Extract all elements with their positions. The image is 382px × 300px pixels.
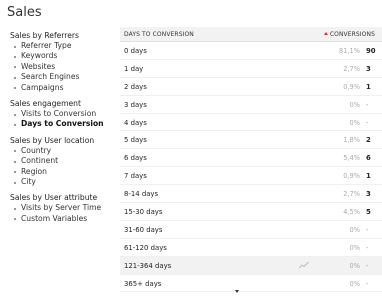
sidebar-item-region[interactable]: Region xyxy=(10,167,118,177)
sidebar-item-list: Referrer Type Keywords Websites Search Engi… xyxy=(10,41,118,93)
table-row[interactable]: 7 days 0,9% 1 xyxy=(120,167,382,186)
sidebar-item-list: Visits to Conversion Days to Conversion xyxy=(10,109,118,130)
row-label: 7 days xyxy=(124,172,147,181)
row-percentage: 2,7% xyxy=(343,64,360,73)
row-label: 0 days xyxy=(124,47,147,55)
table-row[interactable]: 365+ days 0% - xyxy=(120,275,382,293)
table-row[interactable]: 31-60 days 0% - xyxy=(120,221,382,239)
sidebar-group: Sales engagement Visits to Conversion Days… xyxy=(10,98,118,130)
table-row[interactable]: 61-120 days 0% - xyxy=(120,239,382,257)
sidebar-item-visits-by-server-time[interactable]: Visits by Server Time xyxy=(10,203,118,213)
table-header: DAYS TO CONVERSION CONVERSIONS xyxy=(120,27,382,42)
sidebar-item-custom-variables[interactable]: Custom Variables xyxy=(10,214,118,224)
table-row[interactable]: 0 days 81,1% 90 xyxy=(120,42,382,60)
row-label: 15-30 days xyxy=(124,208,163,217)
sidebar-item-list: Country Continent Region City xyxy=(10,146,118,188)
table-row[interactable]: 5 days 1,8% 2 xyxy=(120,131,382,150)
row-conversions: 90 xyxy=(366,47,376,55)
sidebar-group-title: Sales by Referrers xyxy=(10,31,79,40)
row-conversions: - xyxy=(366,225,369,234)
row-percentage: 4,5% xyxy=(343,208,360,217)
row-conversions: 5 xyxy=(366,208,371,217)
table-row[interactable]: 15-30 days 4,5% 5 xyxy=(120,203,382,221)
table-row[interactable]: 1 day 2,7% 3 xyxy=(120,60,382,78)
sidebar-item-continent[interactable]: Continent xyxy=(10,156,118,166)
row-percentage: 5,4% xyxy=(343,154,360,163)
table-row[interactable]: 2 days 0,9% 1 xyxy=(120,78,382,96)
row-conversions: - xyxy=(366,261,369,270)
sidebar-item-country[interactable]: Country xyxy=(10,146,118,156)
row-label: 3 days xyxy=(124,100,147,109)
table-row[interactable]: 3 days 0% - xyxy=(120,96,382,114)
sidebar-item-keywords[interactable]: Keywords xyxy=(10,51,118,61)
row-evolution-icon[interactable] xyxy=(299,261,309,269)
sort-desc-icon xyxy=(323,32,328,35)
row-label: 5 days xyxy=(124,136,147,145)
sidebar-group: Sales by Referrers Referrer Type Keywords W… xyxy=(10,30,118,93)
sidebar-group-title: Sales engagement xyxy=(10,99,81,109)
row-percentage: 0% xyxy=(349,279,360,288)
row-conversions: 6 xyxy=(366,154,371,163)
row-percentage: 0% xyxy=(349,225,360,234)
row-percentage: 1,8% xyxy=(343,136,360,145)
sidebar-group-title: Sales by User location xyxy=(10,135,95,145)
page-title: Sales xyxy=(7,5,42,20)
row-label: 61-120 days xyxy=(124,243,167,252)
table-row[interactable]: 6 days 5,4% 6 xyxy=(120,149,382,168)
table-body: 0 days 81,1% 90 1 day 2,7% 3 2 days 0,9% 1 3 days… xyxy=(120,42,382,293)
row-percentage: 0% xyxy=(349,261,360,270)
table-row[interactable]: 8-14 days 2,7% 3 xyxy=(120,185,382,204)
sidebar-group: Sales by User location Country Continent Re… xyxy=(10,135,118,188)
sidebar-item-list: Visits by Server Time Custom Variables xyxy=(10,203,118,224)
row-conversions: 3 xyxy=(366,64,371,73)
sidebar-item-websites[interactable]: Websites xyxy=(10,62,118,72)
sidebar-item-visits-to-conversion[interactable]: Visits to Conversion xyxy=(10,109,118,119)
row-label: 4 days xyxy=(124,118,147,127)
row-conversions: - xyxy=(366,279,369,288)
row-conversions: - xyxy=(366,100,369,109)
days-to-conversion-table: DAYS TO CONVERSION CONVERSIONS 0 days 81,… xyxy=(120,27,382,293)
sidebar-group-title: Sales by User attribute xyxy=(10,193,98,203)
column-header-conversions[interactable]: CONVERSIONS xyxy=(323,31,375,38)
row-percentage: 2,7% xyxy=(343,190,360,199)
row-percentage: 0,9% xyxy=(343,82,360,91)
row-conversions: 3 xyxy=(366,190,371,199)
row-label: 2 days xyxy=(124,82,147,91)
row-conversions: - xyxy=(366,118,369,127)
sidebar-group: Sales by User attribute Visits by Server … xyxy=(10,192,118,224)
sidebar-item-days-to-conversion[interactable]: Days to Conversion xyxy=(10,119,118,129)
row-percentage: 0% xyxy=(349,100,360,109)
row-percentage: 81,1% xyxy=(339,47,360,55)
row-percentage: 0,9% xyxy=(343,172,360,181)
sidebar-item-search-engines[interactable]: Search Engines xyxy=(10,72,118,82)
row-label: 365+ days xyxy=(124,279,162,288)
row-label: 6 days xyxy=(124,154,147,163)
sidebar-item-campaigns[interactable]: Campaigns xyxy=(10,83,118,93)
row-label: 1 day xyxy=(124,64,144,73)
row-conversions: 1 xyxy=(366,82,371,91)
table-row[interactable]: 4 days 0% - xyxy=(120,114,382,132)
row-conversions: 2 xyxy=(366,136,371,145)
row-label: 8-14 days xyxy=(124,190,159,199)
sidebar-item-city[interactable]: City xyxy=(10,177,118,187)
table-row[interactable]: 121-364 days 0% - xyxy=(120,256,382,275)
row-label: 121-364 days xyxy=(124,261,172,270)
row-label: 31-60 days xyxy=(124,225,163,234)
row-percentage: 0% xyxy=(349,118,360,127)
report-sidebar: Sales by Referrers Referrer Type Keywords W… xyxy=(10,30,118,229)
row-conversions: - xyxy=(366,243,369,252)
column-header-days[interactable]: DAYS TO CONVERSION xyxy=(124,31,194,38)
row-percentage: 0% xyxy=(349,243,360,252)
column-header-conversions-label: CONVERSIONS xyxy=(329,31,375,38)
expand-table-icon[interactable] xyxy=(235,290,239,293)
sidebar-item-referrer-type[interactable]: Referrer Type xyxy=(10,41,118,51)
row-conversions: 1 xyxy=(366,172,371,181)
